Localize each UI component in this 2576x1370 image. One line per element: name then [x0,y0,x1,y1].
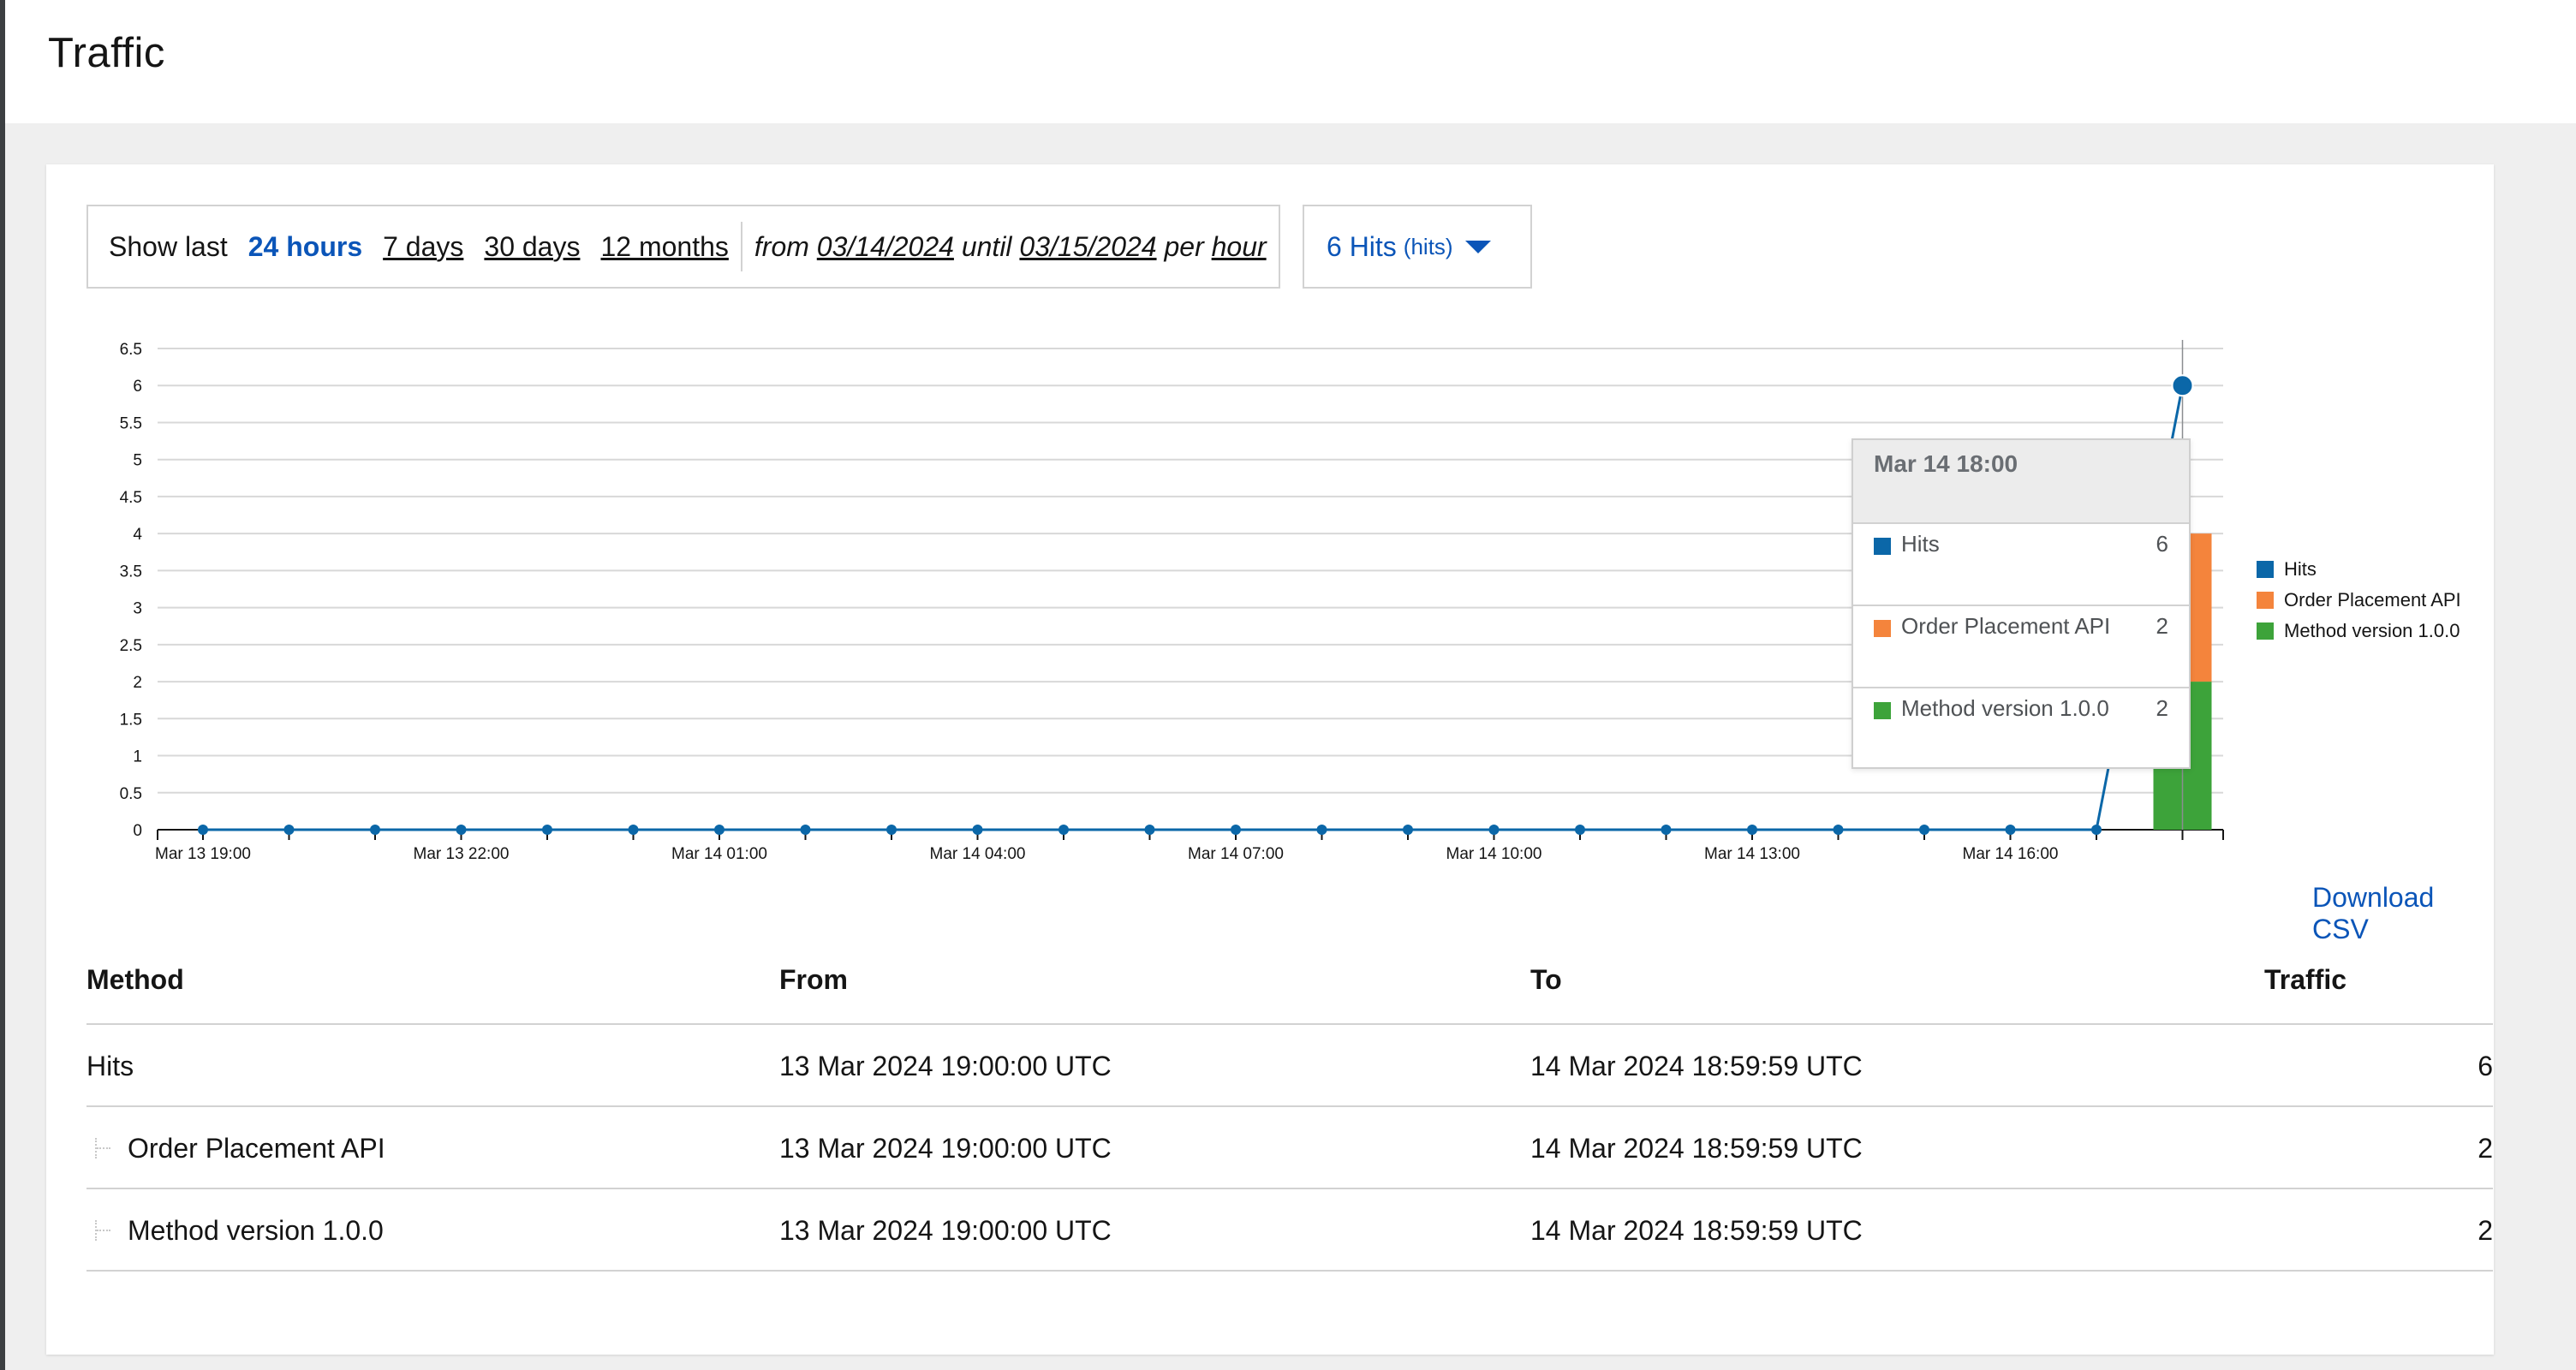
cell-from: 13 Mar 2024 19:00:00 UTC [779,1215,1112,1246]
cell-traffic: 2 [2478,1133,2493,1164]
data-point [1575,825,1585,835]
tooltip-row-value: 2 [2156,695,2168,721]
y-tick-label: 4 [133,526,142,544]
y-tick-label: 3.5 [120,563,142,581]
tooltip-title: Mar 14 18:00 [1853,440,2189,524]
hits-legend-swatch-icon [2257,561,2274,578]
y-tick-label: 0 [133,822,142,840]
y-tick-label: 6 [133,378,142,396]
tooltip-row: Hits 6 [1853,524,2189,606]
data-point [1747,825,1757,835]
cell-traffic: 6 [2478,1051,2493,1081]
page-title: Traffic [48,30,165,76]
y-tick-label: 1 [133,748,142,766]
legend-label: Method version 1.0.0 [2284,620,2460,641]
tree-guide-icon [95,1138,114,1159]
data-point [1231,825,1241,835]
y-tick-label: 4.5 [120,489,142,507]
y-tick-label: 2 [133,674,142,692]
cell-traffic: 2 [2478,1215,2493,1246]
y-tick-label: 5.5 [120,414,142,432]
legend-item-order-placement-api[interactable]: Order Placement API [2257,585,2461,616]
legend-item-hits[interactable]: Hits [2257,554,2461,585]
y-tick-label: 1.5 [120,711,142,729]
data-point [2091,825,2102,835]
tooltip-row-name: Hits [1901,531,1940,557]
legend-label: Hits [2284,558,2317,580]
chart-legend: Hits Order Placement API Method version … [2257,554,2461,646]
data-point [886,825,897,835]
data-point [1919,825,1929,835]
download-csv-link[interactable]: Download CSV [2312,882,2494,945]
data-point [283,825,295,835]
data-point [1316,825,1327,835]
cell-from: 13 Mar 2024 19:00:00 UTC [779,1051,1112,1081]
x-tick-label: Mar 14 07:00 [1188,845,1284,863]
data-point [1488,825,1500,835]
table-header-row: Method From To Traffic [86,939,2493,1025]
x-tick-label: Mar 14 04:00 [930,845,1026,863]
page-header: Traffic [5,0,2576,123]
x-tick-label: Mar 14 10:00 [1446,845,1542,863]
data-point [1661,825,1672,835]
y-tick-label: 3 [133,600,142,618]
method-version-legend-swatch-icon [2257,622,2274,640]
cell-to: 14 Mar 2024 18:59:59 UTC [1530,1133,1863,1164]
x-tick-label: Mar 14 13:00 [1704,845,1800,863]
cell-to: 14 Mar 2024 18:59:59 UTC [1530,1215,1863,1246]
traffic-table: Method From To Traffic Hits 13 Mar 2024 … [86,939,2493,1272]
left-nav-rail [0,0,5,1370]
data-point [1144,825,1155,835]
method-version-swatch-icon [1874,702,1891,719]
legend-label: Order Placement API [2284,589,2461,611]
table-row: Method version 1.0.0 13 Mar 2024 19:00:0… [86,1189,2493,1272]
data-point [198,825,208,835]
data-point [370,825,380,835]
column-header-method[interactable]: Method [86,964,184,996]
data-point [2171,374,2194,397]
table-row: Order Placement API 13 Mar 2024 19:00:00… [86,1107,2493,1189]
legend-item-method-version[interactable]: Method version 1.0.0 [2257,616,2461,646]
cell-method: Method version 1.0.0 [128,1215,384,1246]
data-point [2005,825,2016,835]
y-tick-label: 2.5 [120,637,142,655]
x-tick-label: Mar 14 01:00 [671,845,767,863]
column-header-from[interactable]: From [779,964,848,996]
data-point [628,825,639,835]
y-tick-label: 6.5 [120,341,142,359]
x-tick-label: Mar 13 19:00 [155,845,251,863]
chart-tooltip: Mar 14 18:00 Hits 6 Order Placement API … [1852,438,2191,769]
data-point [972,825,983,835]
order-placement-legend-swatch-icon [2257,592,2274,609]
y-tick-label: 5 [133,452,142,470]
order-placement-swatch-icon [1874,620,1891,637]
tree-guide-icon [95,1220,114,1241]
data-point [1058,825,1069,835]
data-point [1833,825,1844,835]
cell-from: 13 Mar 2024 19:00:00 UTC [779,1133,1112,1164]
y-tick-label: 0.5 [120,785,142,803]
cell-method: Hits [86,1051,134,1081]
tooltip-row-value: 2 [2156,613,2168,639]
tooltip-row: Order Placement API 2 [1853,606,2189,688]
tooltip-row-name: Order Placement API [1901,613,2111,639]
cell-to: 14 Mar 2024 18:59:59 UTC [1530,1051,1863,1081]
tooltip-row-name: Method version 1.0.0 [1901,695,2109,721]
data-point [542,825,552,835]
cell-method: Order Placement API [128,1133,385,1164]
column-header-to[interactable]: To [1530,964,1562,996]
tooltip-row-value: 6 [2156,531,2168,557]
x-tick-label: Mar 14 16:00 [1963,845,2059,863]
table-row: Hits 13 Mar 2024 19:00:00 UTC 14 Mar 202… [86,1025,2493,1107]
column-header-traffic[interactable]: Traffic [2264,964,2346,996]
data-point [800,825,811,835]
tooltip-row: Method version 1.0.0 2 [1853,688,2189,769]
x-tick-label: Mar 13 22:00 [414,845,510,863]
data-point [1403,825,1413,835]
data-point [456,825,467,835]
traffic-card: Show last 24 hours 7 days 30 days 12 mon… [46,164,2494,1355]
hits-swatch-icon [1874,538,1891,555]
data-point [714,825,724,835]
